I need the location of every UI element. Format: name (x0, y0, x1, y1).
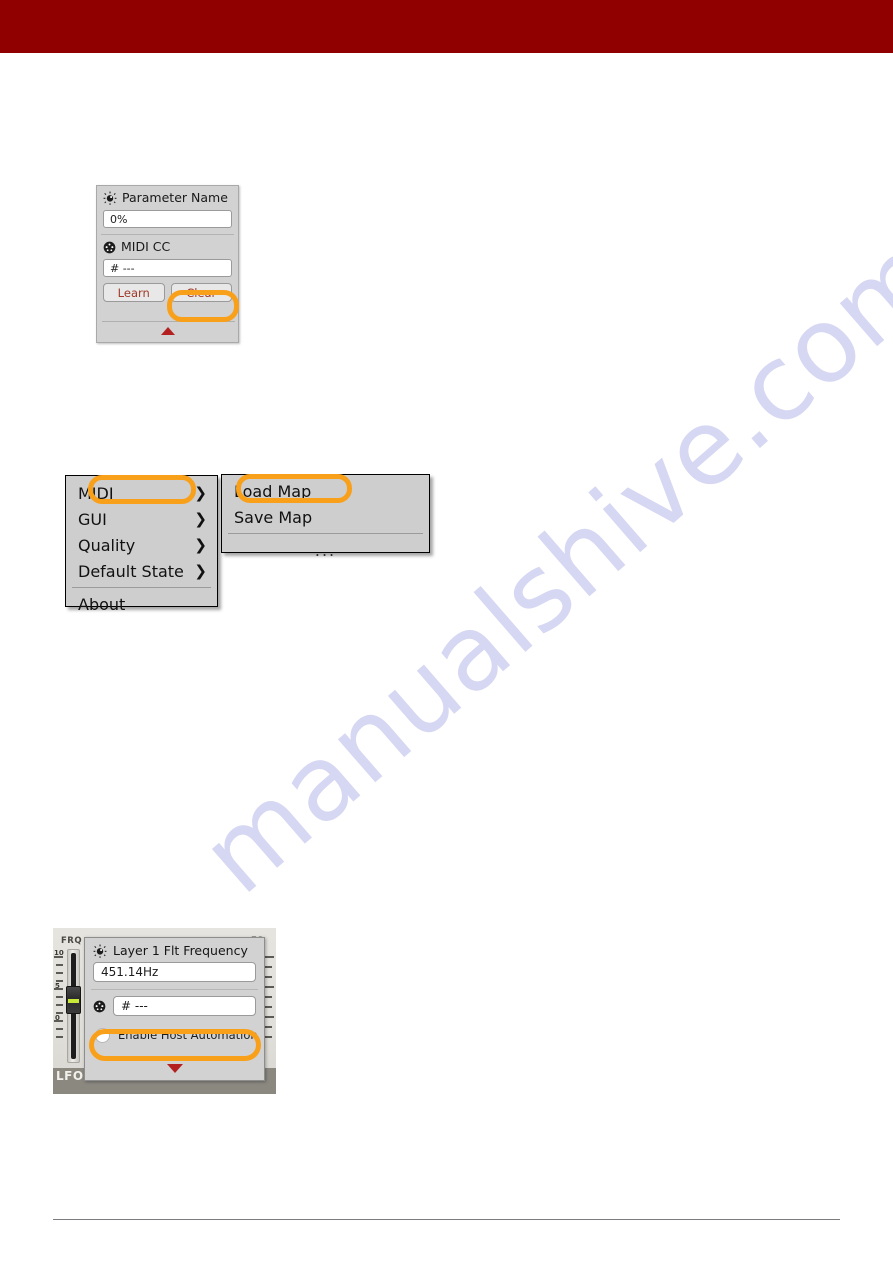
left-slider-tick-0: 0 (55, 1014, 60, 1022)
radio-button-icon[interactable] (95, 1027, 110, 1043)
enable-host-automation-label: Enable Host Automation (118, 1028, 258, 1042)
host-parameter-name-label: Layer 1 Flt Frequency (113, 943, 248, 958)
midi-din-icon (103, 241, 116, 253)
midi-popup-title-row: Parameter Name (97, 186, 238, 207)
left-slider-tick-5: 5 (55, 982, 60, 990)
host-automation-popup: Layer 1 Flt Frequency 451.14Hz # --- Ena… (84, 937, 265, 1081)
submenu-item-save-map-label: Save Map (234, 507, 313, 527)
footer-divider (53, 1219, 840, 1220)
parameter-name-label: Parameter Name (122, 190, 228, 205)
parameter-value-input[interactable]: 0% (103, 210, 232, 228)
submenu-item-save-map[interactable]: Save Map (222, 504, 429, 530)
chevron-right-icon: ❯ (194, 509, 207, 528)
chevron-right-icon: ❯ (194, 561, 207, 580)
host-automation-figure: FRQ 10 5 0 ES LFO 1 (53, 928, 276, 1094)
submenu-item-load-map-label: Load Map (234, 481, 312, 501)
triangle-down-icon[interactable] (166, 1064, 183, 1073)
menu-item-midi[interactable]: MIDI ❯ (66, 480, 217, 506)
page-header-bar (0, 0, 893, 53)
menu-item-quality[interactable]: Quality ❯ (66, 532, 217, 558)
menu-item-default-state[interactable]: Default State ❯ (66, 558, 217, 584)
submenu-divider (228, 533, 423, 534)
clear-button[interactable]: Clear (170, 283, 232, 302)
menu-item-default-state-label: Default State (78, 561, 184, 581)
midi-popup-divider-2 (102, 321, 235, 322)
host-midi-row: # --- (85, 990, 264, 1016)
context-menu-panel: MIDI ❯ GUI ❯ Quality ❯ Default State ❯ A… (65, 475, 218, 614)
midi-cc-label: MIDI CC (121, 239, 171, 254)
midi-cc-title-row: MIDI CC (97, 235, 238, 256)
menu-item-about[interactable]: About (66, 591, 217, 617)
host-midi-cc-input[interactable]: # --- (113, 996, 256, 1016)
chevron-right-icon: ❯ (194, 483, 207, 502)
enable-host-automation-row[interactable]: Enable Host Automation (95, 1025, 258, 1045)
knob-icon (93, 944, 107, 958)
menu-item-midi-label: MIDI (78, 483, 114, 503)
context-menu-divider (72, 587, 211, 588)
left-slider-knob[interactable] (66, 986, 81, 1014)
midi-cc-input[interactable]: # --- (103, 259, 232, 277)
midi-din-icon (93, 1000, 106, 1012)
midi-popup-button-row: Learn Clear (97, 277, 238, 302)
submenu-item-load-map[interactable]: Load Map (222, 478, 429, 504)
learn-button[interactable]: Learn (103, 283, 165, 302)
menu-item-gui-label: GUI (78, 509, 107, 529)
host-popup-title-row: Layer 1 Flt Frequency (85, 938, 264, 958)
chevron-right-icon: ❯ (194, 535, 207, 554)
midi-submenu-panel: Load Map Save Map ... (221, 474, 430, 560)
midi-learn-popup: Parameter Name 0% MIDI CC # --- Learn Cl… (96, 185, 239, 343)
knob-icon (103, 191, 117, 205)
menu-item-gui[interactable]: GUI ❯ (66, 506, 217, 532)
host-parameter-value-input[interactable]: 451.14Hz (93, 962, 256, 982)
menu-item-about-label: About (78, 594, 126, 614)
menu-item-quality-label: Quality (78, 535, 136, 555)
left-slider-tick-10: 10 (54, 949, 64, 957)
triangle-up-icon[interactable] (160, 327, 175, 335)
plugin-left-slider-label: FRQ (61, 936, 83, 946)
submenu-item-more[interactable]: ... (222, 537, 429, 565)
